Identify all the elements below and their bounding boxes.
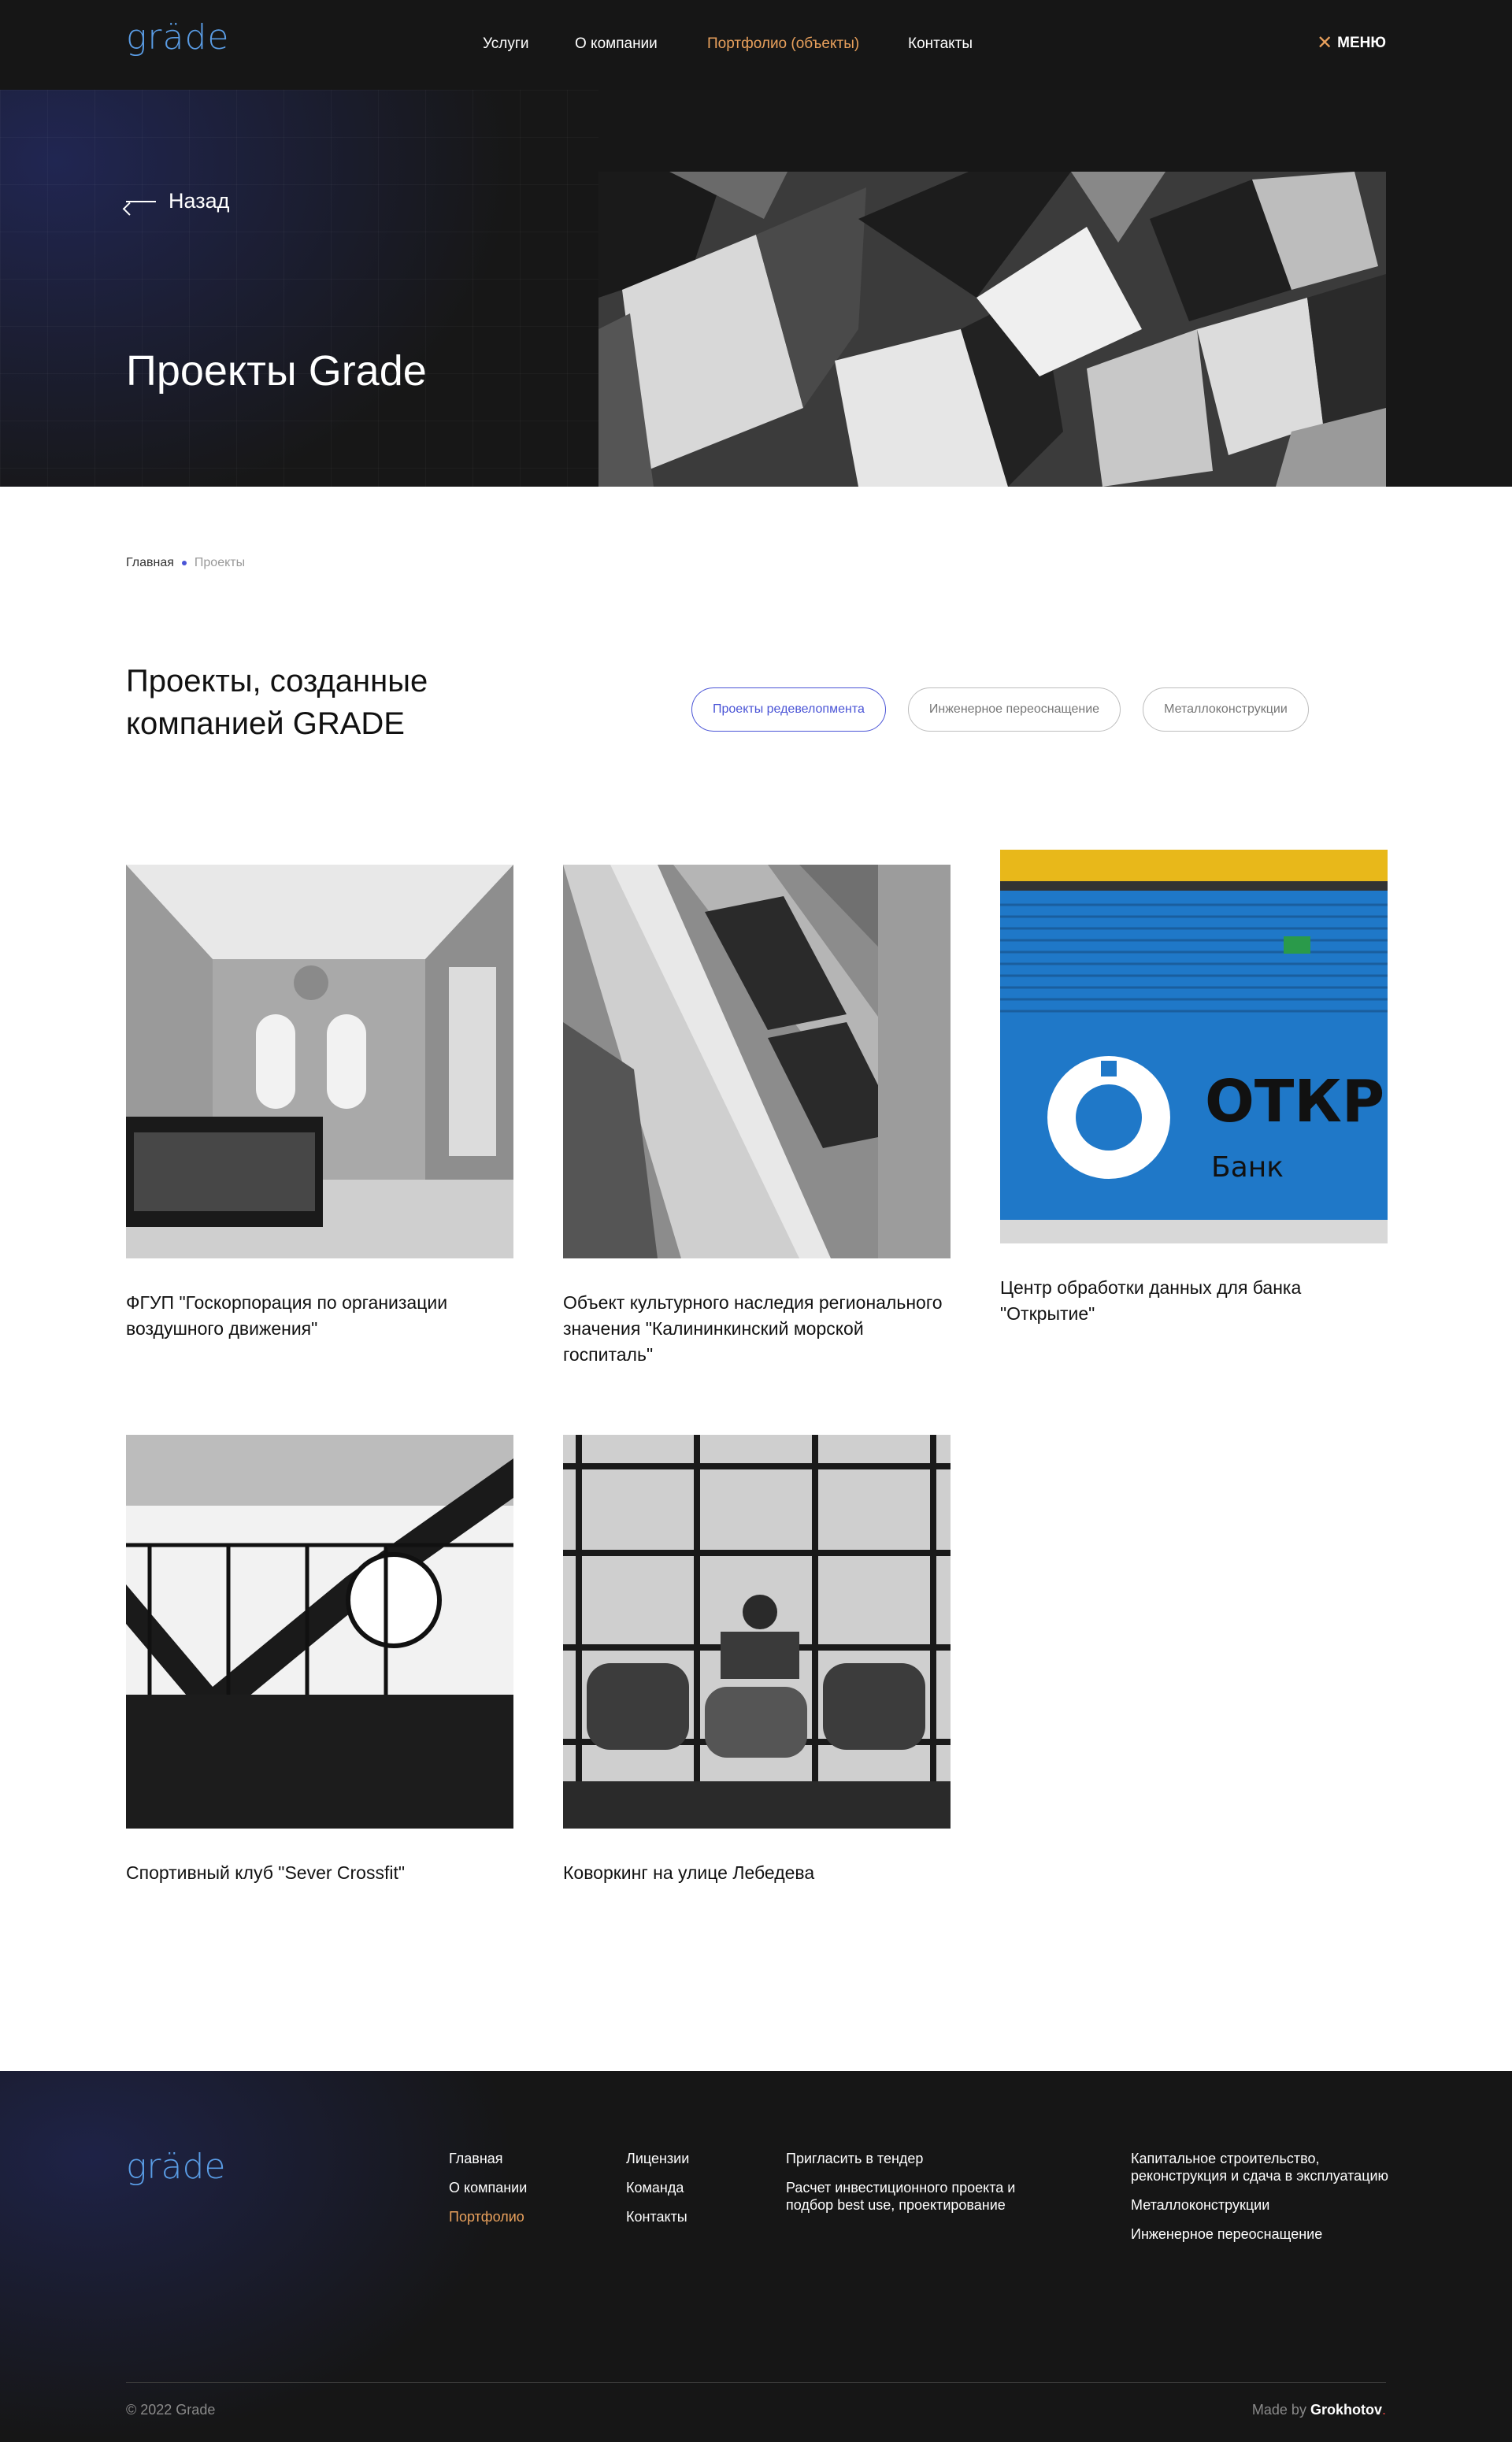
breadcrumb-home[interactable]: Главная: [126, 556, 174, 570]
bank-wall-image: ОТКРЫТ Банк: [1000, 850, 1388, 1243]
footer-glow: [0, 2071, 551, 2442]
crossfit-gym-image: [126, 1435, 513, 1829]
footer-link-about[interactable]: О компании: [449, 2179, 527, 2196]
footer-link-licenses[interactable]: Лицензии: [626, 2150, 689, 2167]
footer-link-contacts[interactable]: Контакты: [626, 2208, 689, 2225]
main-nav: Услуги О компании Портфолио (объекты) Ко…: [0, 35, 1512, 59]
footer-link-investment[interactable]: Расчет инвестиционного проекта и подбор …: [786, 2179, 1054, 2214]
made-by-dot: .: [1381, 2402, 1386, 2418]
project-image: [563, 865, 951, 1258]
breadcrumb-current: Проекты: [194, 556, 246, 569]
footer-link-portfolio[interactable]: Портфолио: [449, 2208, 527, 2225]
bank-sign-text: ОТКРЫТ: [1205, 1068, 1388, 1136]
site-header: gräde Услуги О компании Портфолио (объек…: [0, 0, 1512, 90]
close-icon: ✕: [1317, 32, 1333, 54]
project-image: [126, 1435, 513, 1829]
filter-group: Проекты редевелопмента Инженерное переос…: [691, 687, 1309, 732]
footer-col-tender: Пригласить в тендер Расчет инвестиционно…: [786, 2150, 1054, 2214]
project-title: Спортивный клуб "Sever Crossfit": [126, 1862, 406, 1883]
building-facade-image: [563, 865, 951, 1258]
menu-label: МЕНЮ: [1337, 35, 1386, 51]
copyright: © 2022 Grade: [126, 2402, 216, 2418]
nav-item-about[interactable]: О компании: [575, 35, 658, 53]
project-image: [563, 1435, 951, 1829]
made-by-prefix: Made by: [1251, 2402, 1306, 2418]
filter-redevelopment[interactable]: Проекты редевелопмента: [691, 687, 886, 732]
filter-engineering[interactable]: Инженерное переоснащение: [907, 687, 1121, 732]
footer-divider: [126, 2382, 1386, 2383]
footer-link-team[interactable]: Команда: [626, 2179, 689, 2196]
footer-link-tender[interactable]: Пригласить в тендер: [786, 2150, 1054, 2167]
menu-button[interactable]: ✕ МЕНЮ: [1317, 34, 1386, 53]
footer-link-construction[interactable]: Капитальное строительство, реконструкция…: [1131, 2150, 1399, 2184]
made-by-name: Grokhotov: [1310, 2402, 1382, 2418]
footer-col-main: Главная О компании Портфолио: [449, 2150, 527, 2225]
footer-col-services: Капитальное строительство, реконструкция…: [1131, 2150, 1399, 2243]
back-link[interactable]: Назад: [126, 189, 229, 213]
nav-item-services[interactable]: Услуги: [483, 35, 528, 53]
footer-logo[interactable]: gräde: [126, 2147, 225, 2187]
page-title: Проекты Grade: [126, 347, 427, 395]
project-title: Коворкинг на улице Лебедева: [563, 1862, 815, 1883]
nav-item-contacts[interactable]: Контакты: [908, 35, 973, 53]
coworking-image: [563, 1435, 951, 1829]
section-title: Проекты, созданные компанией GRADE: [126, 664, 428, 741]
filter-metal[interactable]: Металлоконструкции: [1143, 687, 1309, 732]
footer-link-metal[interactable]: Металлоконструкции: [1131, 2196, 1399, 2214]
project-card[interactable]: Объект культурного наследия региональног…: [563, 865, 951, 1368]
hero-image: [598, 172, 1386, 487]
breadcrumb: Главная Проекты: [126, 556, 245, 570]
project-image: ОТКРЫТ Банк: [1000, 850, 1388, 1243]
nav-item-portfolio[interactable]: Портфолио (объекты): [707, 35, 859, 53]
made-by[interactable]: Made by Grokhotov.: [1252, 2402, 1386, 2418]
project-card[interactable]: ОТКРЫТ Банк Центр обработки данных для б…: [1000, 850, 1388, 1327]
project-title: Объект культурного наследия региональног…: [563, 1292, 943, 1365]
hero-section: Назад Проекты Grade: [0, 90, 1512, 487]
project-card[interactable]: Коворкинг на улице Лебедева: [563, 1435, 951, 1886]
geometric-facade-image: [598, 172, 1386, 487]
footer-link-home[interactable]: Главная: [449, 2150, 527, 2167]
hall-interior-image: [126, 865, 513, 1258]
back-label: Назад: [169, 189, 230, 213]
footer-col-info: Лицензии Команда Контакты: [626, 2150, 689, 2225]
site-footer: gräde Главная О компании Портфолио Лицен…: [0, 2071, 1512, 2442]
bank-sign-subtext: Банк: [1211, 1151, 1284, 1184]
hero-grid: [0, 90, 598, 487]
breadcrumb-separator: [181, 561, 187, 565]
project-card[interactable]: ФГУП "Госкорпорация по организации возду…: [126, 865, 513, 1342]
arrow-left-icon: [126, 200, 156, 202]
project-title: ФГУП "Госкорпорация по организации возду…: [126, 1292, 448, 1339]
footer-link-engineering[interactable]: Инженерное переоснащение: [1131, 2225, 1399, 2243]
project-card[interactable]: Спортивный клуб "Sever Crossfit": [126, 1435, 513, 1886]
project-image: [126, 865, 513, 1258]
project-title: Центр обработки данных для банка "Открыт…: [1000, 1277, 1302, 1324]
